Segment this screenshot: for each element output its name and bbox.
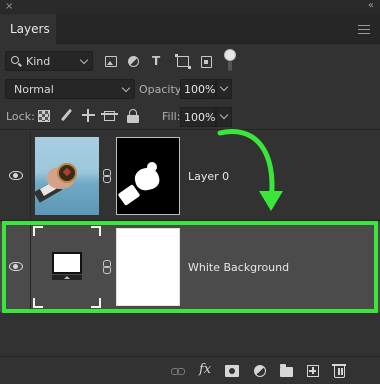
toggle-track	[228, 61, 232, 71]
lock-label: Lock:	[6, 110, 35, 123]
filter-row: Kind T	[0, 48, 380, 74]
adjustment-layer-filter-icon[interactable]	[128, 56, 139, 67]
filter-kind-value: Kind	[26, 55, 51, 68]
new-adjustment-layer-icon[interactable]	[254, 365, 266, 377]
layer-row-layer-0[interactable]: Layer 0	[0, 131, 380, 221]
pixel-layer-filter-icon[interactable]	[105, 56, 117, 67]
new-layer-icon[interactable]	[307, 365, 319, 377]
layer-thumbnail-photo[interactable]	[35, 137, 99, 215]
close-panel-icon[interactable]: ×	[5, 1, 13, 12]
tab-layers[interactable]: Layers	[0, 14, 56, 44]
opacity-label: Opacity:	[139, 83, 185, 96]
lock-row: Lock: Fill: 100%	[0, 104, 380, 130]
mask-shape	[147, 162, 157, 172]
eye-icon[interactable]	[9, 171, 23, 180]
new-group-folder-icon[interactable]	[280, 364, 293, 377]
highlight-box	[2, 221, 378, 313]
lock-artboard-icon[interactable]	[101, 111, 118, 121]
add-mask-icon[interactable]	[225, 365, 239, 377]
shape-layer-filter-icon[interactable]	[175, 54, 191, 69]
search-icon	[11, 56, 19, 64]
filter-kind-dropdown[interactable]: Kind	[5, 51, 93, 71]
opacity-dropdown-button[interactable]	[216, 79, 232, 99]
tab-bar: Layers	[0, 14, 380, 44]
type-layer-filter-icon[interactable]: T	[152, 54, 164, 68]
lock-body	[127, 115, 139, 123]
smart-object-filter-icon[interactable]	[201, 56, 212, 68]
fill-dropdown-button[interactable]	[216, 107, 232, 127]
opacity-field[interactable]: 100%	[180, 79, 216, 99]
thumb-compass	[57, 163, 77, 183]
lock-transparent-pixels-icon[interactable]	[38, 110, 50, 122]
link-layers-icon[interactable]	[171, 365, 185, 378]
collapse-panel-icon[interactable]: «	[368, 0, 374, 11]
fill-label: Fill:	[162, 110, 181, 123]
lock-image-pixels-icon[interactable]	[60, 109, 72, 122]
blend-mode-dropdown[interactable]: Normal	[5, 79, 135, 99]
layers-bottom-toolbar: fx	[0, 356, 380, 384]
chain-link-icon[interactable]	[102, 169, 111, 183]
chevron-down-icon	[121, 83, 131, 93]
toggle-knob	[224, 49, 236, 61]
layer-mask-thumbnail[interactable]	[116, 137, 180, 215]
filter-toggle-switch[interactable]	[224, 49, 236, 72]
curved-arrow-icon	[217, 129, 283, 211]
lock-all-icon[interactable]	[127, 109, 139, 123]
lock-position-icon[interactable]	[82, 109, 95, 122]
panel-top-strip: × «	[0, 0, 380, 14]
chevron-down-icon	[79, 55, 89, 65]
panel-menu-icon[interactable]	[358, 25, 370, 34]
delete-layer-trash-icon[interactable]	[332, 364, 346, 378]
fx-label: fx	[199, 362, 212, 377]
visibility-column	[0, 131, 31, 220]
blend-mode-value: Normal	[14, 83, 54, 96]
blend-row: Normal Opacity: 100%	[0, 78, 380, 100]
layer-style-fx-icon[interactable]: fx	[199, 362, 212, 377]
fill-field[interactable]: 100%	[180, 107, 216, 127]
